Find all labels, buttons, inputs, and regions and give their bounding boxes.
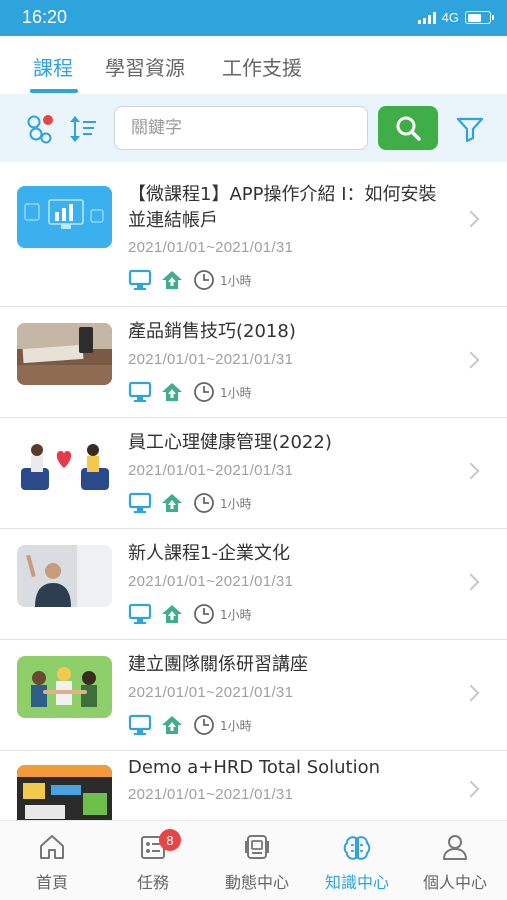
course-date: 2021/01/01~2021/01/31 xyxy=(128,462,294,479)
status-bar: 16:20 4G xyxy=(0,0,507,36)
activity-icon xyxy=(243,833,271,865)
course-item[interactable]: 產品銷售技巧(2018) 2021/01/01~2021/01/31 1小時 xyxy=(0,307,507,418)
chevron-right-icon xyxy=(462,684,480,702)
clock-icon xyxy=(194,493,214,513)
course-thumbnail xyxy=(17,656,112,718)
desktop-icon xyxy=(128,714,152,735)
desktop-icon xyxy=(128,381,152,402)
nav-home[interactable]: 首頁 xyxy=(2,821,102,900)
course-title: 新人課程1-企業文化 xyxy=(128,543,290,564)
sort-button[interactable] xyxy=(66,112,100,146)
search-input[interactable] xyxy=(114,106,368,150)
course-date: 2021/01/01~2021/01/31 xyxy=(128,239,294,256)
course-date: 2021/01/01~2021/01/31 xyxy=(128,573,294,590)
course-thumbnail xyxy=(17,323,112,385)
course-thumbnail xyxy=(17,545,112,607)
course-title: 產品銷售技巧(2018) xyxy=(128,321,296,342)
top-tabs: 課程 學習資源 工作支援 xyxy=(0,36,507,94)
sort-icon xyxy=(70,116,96,142)
course-thumbnail xyxy=(17,186,112,248)
home-icon xyxy=(38,833,66,865)
network-type: 4G xyxy=(441,10,459,25)
filter-button[interactable] xyxy=(454,114,486,144)
tab-work-support[interactable]: 工作支援 xyxy=(222,52,302,81)
chevron-right-icon xyxy=(462,780,480,798)
battery-icon xyxy=(465,11,494,24)
course-date: 2021/01/01~2021/01/31 xyxy=(128,684,294,701)
course-title: 員工心理健康管理(2022) xyxy=(128,432,332,453)
desktop-icon xyxy=(128,492,152,513)
course-duration: 1小時 xyxy=(220,496,252,511)
course-meta: 1小時 xyxy=(128,603,252,625)
clock-icon xyxy=(194,715,214,735)
nav-tasks[interactable]: 8 任務 xyxy=(103,821,203,900)
home-arrow-icon xyxy=(162,271,182,289)
task-count-badge: 8 xyxy=(159,829,181,851)
search-button[interactable] xyxy=(378,106,438,150)
nav-label: 動態中心 xyxy=(224,873,289,892)
course-meta: 1小時 xyxy=(128,492,252,514)
course-date: 2021/01/01~2021/01/31 xyxy=(128,786,294,803)
course-meta: 1小時 xyxy=(128,381,252,403)
tab-courses[interactable]: 課程 xyxy=(33,52,73,81)
course-meta: 1小時 xyxy=(128,714,252,736)
course-item[interactable]: 【微課程1】APP操作介紹 I：如何安裝並連結帳戶 2021/01/01~202… xyxy=(0,162,507,307)
course-date: 2021/01/01~2021/01/31 xyxy=(128,351,294,368)
clock-icon xyxy=(194,604,214,624)
course-title: Demo a+HRD Total Solution xyxy=(128,757,381,778)
chevron-right-icon xyxy=(462,573,480,591)
desktop-icon xyxy=(128,269,152,290)
course-thumbnail xyxy=(17,434,112,496)
nav-label: 首頁 xyxy=(35,873,68,892)
course-list: 【微課程1】APP操作介紹 I：如何安裝並連結帳戶 2021/01/01~202… xyxy=(0,162,507,820)
nav-knowledge-center[interactable]: 知識中心 xyxy=(307,821,407,900)
desktop-icon xyxy=(128,603,152,624)
person-icon xyxy=(441,833,469,865)
nav-label: 個人中心 xyxy=(422,873,487,892)
search-bar xyxy=(0,94,507,162)
task-icon: 8 xyxy=(139,829,181,865)
tab-learning-resources[interactable]: 學習資源 xyxy=(105,52,185,81)
chevron-right-icon xyxy=(462,351,480,369)
active-tab-indicator xyxy=(30,89,78,93)
category-icon xyxy=(27,115,53,144)
nav-activity-center[interactable]: 動態中心 xyxy=(207,821,307,900)
course-thumbnail xyxy=(17,765,112,820)
status-time: 16:20 xyxy=(22,7,68,27)
signal-icon xyxy=(417,11,436,24)
course-duration: 1小時 xyxy=(220,385,252,400)
course-item[interactable]: 新人課程1-企業文化 2021/01/01~2021/01/31 1小時 xyxy=(0,529,507,640)
brain-icon xyxy=(342,833,372,867)
battery-level xyxy=(467,13,482,22)
nav-personal-center[interactable]: 個人中心 xyxy=(405,821,505,900)
home-arrow-icon xyxy=(162,494,182,512)
bottom-nav: 首頁 8 任務 動態中心 知識中心 個人中心 xyxy=(0,820,507,900)
search-icon xyxy=(396,116,421,141)
course-duration: 1小時 xyxy=(220,718,252,733)
home-arrow-icon xyxy=(162,383,182,401)
category-filter-button[interactable] xyxy=(24,112,58,146)
chevron-right-icon xyxy=(462,210,480,228)
course-title: 建立團隊關係研習講座 xyxy=(128,654,308,675)
course-duration: 1小時 xyxy=(220,607,252,622)
home-arrow-icon xyxy=(162,605,182,623)
course-duration: 1小時 xyxy=(220,273,252,288)
filter-icon xyxy=(456,117,484,142)
status-indicators: 4G xyxy=(417,10,494,25)
course-meta: 1小時 xyxy=(128,269,252,291)
clock-icon xyxy=(194,270,214,290)
course-item[interactable]: Demo a+HRD Total Solution 2021/01/01~202… xyxy=(0,751,507,820)
chevron-right-icon xyxy=(462,462,480,480)
clock-icon xyxy=(194,382,214,402)
nav-label: 任務 xyxy=(136,873,169,892)
course-item[interactable]: 員工心理健康管理(2022) 2021/01/01~2021/01/31 1小時 xyxy=(0,418,507,529)
course-title: 【微課程1】APP操作介紹 I：如何安裝並連結帳戶 xyxy=(128,184,437,231)
course-item[interactable]: 建立團隊關係研習講座 2021/01/01~2021/01/31 1小時 xyxy=(0,640,507,751)
nav-label: 知識中心 xyxy=(324,873,389,892)
home-arrow-icon xyxy=(162,716,182,734)
